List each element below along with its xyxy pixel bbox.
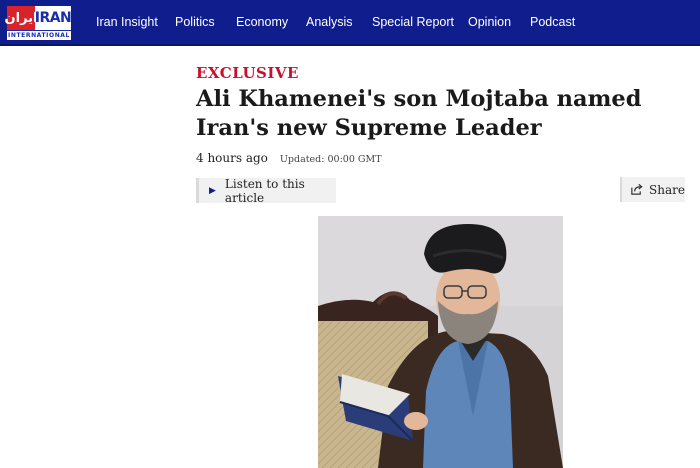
updated-time: Updated: 00:00 GMT: [279, 154, 382, 165]
article-kicker: EXCLUSIVE: [196, 64, 299, 82]
play-icon: ▶: [209, 185, 216, 196]
article-photo-illustration: [318, 216, 563, 468]
share-icon: [631, 183, 643, 195]
share-label: Share: [649, 182, 685, 197]
nav-item-analysis[interactable]: Analysis: [306, 15, 353, 29]
article-photo: [318, 216, 563, 468]
nav-item-economy[interactable]: Economy: [236, 15, 288, 29]
share-button[interactable]: Share: [620, 177, 685, 202]
logo-mark: ایران IRAN: [5, 6, 72, 30]
nav-item-podcast[interactable]: Podcast: [530, 15, 575, 29]
top-navigation-bar: ایران IRAN INTERNATIONAL Iran Insight Po…: [0, 0, 700, 46]
logo-english-text: IRAN: [35, 6, 72, 30]
nav-item-opinion[interactable]: Opinion: [468, 15, 511, 29]
published-time: 4 hours ago: [196, 151, 268, 165]
listen-label: Listen to this article: [224, 176, 305, 205]
article-headline: Ali Khamenei's son Mojtaba named Iran's …: [196, 86, 642, 141]
iran-international-logo[interactable]: ایران IRAN INTERNATIONAL: [5, 6, 72, 40]
article-meta: 4 hours ago Updated: 00:00 GMT: [196, 151, 382, 165]
nav-item-politics[interactable]: Politics: [175, 15, 215, 29]
nav-item-iran-insight[interactable]: Iran Insight: [96, 15, 158, 29]
logo-persian-text: ایران: [5, 6, 39, 30]
listen-to-article-button[interactable]: ▶ Listen to this article: [196, 176, 336, 205]
logo-subtitle: INTERNATIONAL: [7, 30, 71, 40]
nav-item-special-report[interactable]: Special Report: [372, 15, 454, 29]
